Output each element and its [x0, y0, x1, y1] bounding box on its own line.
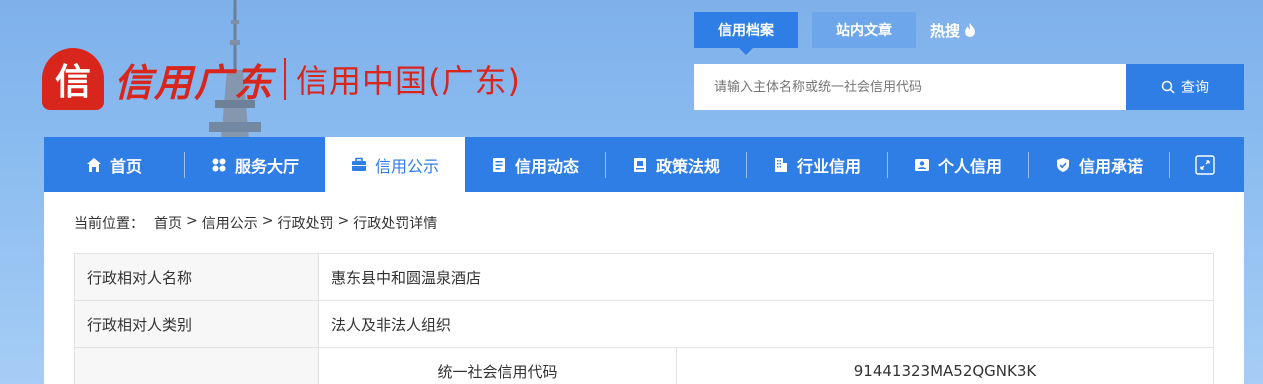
- breadcrumb-separator: >: [337, 213, 350, 229]
- table-row: 统一社会信用代码 91441323MA52QGNK3K: [74, 347, 1214, 384]
- nav-item-credit-news[interactable]: 信用动态: [465, 137, 605, 192]
- row-value-name: 惠东县中和圆温泉酒店: [318, 253, 1214, 301]
- nav-item-service-hall[interactable]: 服务大厅: [185, 137, 325, 192]
- table-row: 行政相对人名称 惠东县中和圆温泉酒店: [74, 253, 1214, 301]
- row-label-category: 行政相对人类别: [74, 300, 319, 348]
- search-tab-credit-archive[interactable]: 信用档案: [694, 12, 798, 55]
- search-input[interactable]: [694, 64, 1126, 110]
- logo-divider: [284, 58, 287, 100]
- detail-table: 行政相对人名称 惠东县中和圆温泉酒店 行政相对人类别 法人及非法人组织 统一社会…: [74, 253, 1214, 384]
- search-icon: [1161, 80, 1175, 94]
- fullscreen-icon: [1195, 154, 1215, 175]
- search-button[interactable]: 查询: [1126, 64, 1244, 110]
- breadcrumb-separator: >: [186, 213, 198, 229]
- credit-code-value: 91441323MA52QGNK3K: [676, 347, 1214, 384]
- table-row: 行政相对人类别 法人及非法人组织: [74, 300, 1214, 348]
- nav-label-personal-credit: 个人信用: [937, 156, 1002, 176]
- breadcrumb: 当前位置： 首页 > 信用公示 > 行政处罚 > 行政处罚详情: [74, 213, 441, 233]
- document-icon: [492, 157, 505, 172]
- logo-title: 信用中国(广东): [296, 62, 521, 100]
- row-value-category: 法人及非法人组织: [318, 300, 1214, 348]
- site-logo[interactable]: 信 信用广东 信用中国(广东): [42, 44, 542, 114]
- nav-item-credit-commitment[interactable]: 信用承诺: [1029, 137, 1169, 192]
- book-icon: [633, 157, 646, 172]
- credit-code-label: 统一社会信用代码: [318, 347, 677, 384]
- nav-label-credit-publicity: 信用公示: [374, 156, 439, 176]
- nav-label-policy: 政策法规: [655, 156, 720, 176]
- breadcrumb-separator: >: [261, 213, 274, 229]
- content-panel: 当前位置： 首页 > 信用公示 > 行政处罚 > 行政处罚详情 行政相对人名称 …: [44, 192, 1244, 384]
- flame-icon: [965, 23, 976, 37]
- nav-label-service-hall: 服务大厅: [234, 156, 299, 176]
- search-tabs: 信用档案 站内文章 热搜: [694, 12, 976, 55]
- person-card-icon: [914, 158, 929, 171]
- row-label-name: 行政相对人名称: [74, 253, 319, 301]
- search-tab-site-articles[interactable]: 站内文章: [812, 12, 916, 48]
- nav-item-industry-credit[interactable]: 行业信用: [747, 137, 887, 192]
- main-nav: 首页 服务大厅 信用公示 信用动态 政策法规 行业信用 个人信用 信用承诺: [44, 137, 1244, 192]
- nav-item-policy[interactable]: 政策法规: [606, 137, 746, 192]
- expand-button[interactable]: [1170, 137, 1240, 192]
- briefcase-icon: [351, 157, 366, 171]
- breadcrumb-item-home[interactable]: 首页: [154, 213, 182, 233]
- nav-label-home: 首页: [109, 156, 142, 176]
- shield-check-icon: [1056, 157, 1069, 172]
- breadcrumb-item-penalty-detail: 行政处罚详情: [353, 216, 438, 232]
- grid-icon: [212, 158, 226, 171]
- building-icon: [774, 157, 787, 172]
- search-bar: 查询: [694, 64, 1244, 110]
- breadcrumb-prefix: 当前位置：: [74, 216, 144, 232]
- hot-search-link[interactable]: 热搜: [930, 20, 976, 41]
- nav-item-credit-publicity[interactable]: 信用公示: [325, 137, 465, 192]
- home-icon: [86, 157, 101, 172]
- nav-label-credit-commitment: 信用承诺: [1078, 156, 1143, 176]
- nav-item-personal-credit[interactable]: 个人信用: [888, 137, 1028, 192]
- nav-label-credit-news: 信用动态: [514, 156, 579, 176]
- nav-item-home[interactable]: 首页: [44, 137, 184, 192]
- nav-label-industry-credit: 行业信用: [796, 156, 861, 176]
- breadcrumb-item-credit-publicity[interactable]: 信用公示: [202, 213, 258, 233]
- search-button-label: 查询: [1181, 80, 1209, 96]
- logo-mark: 信: [42, 48, 104, 110]
- logo-script-text: 信用广东: [114, 59, 275, 105]
- hot-search-label: 热搜: [930, 21, 961, 40]
- breadcrumb-item-admin-penalty[interactable]: 行政处罚: [277, 213, 333, 233]
- row-label-empty: [74, 347, 319, 384]
